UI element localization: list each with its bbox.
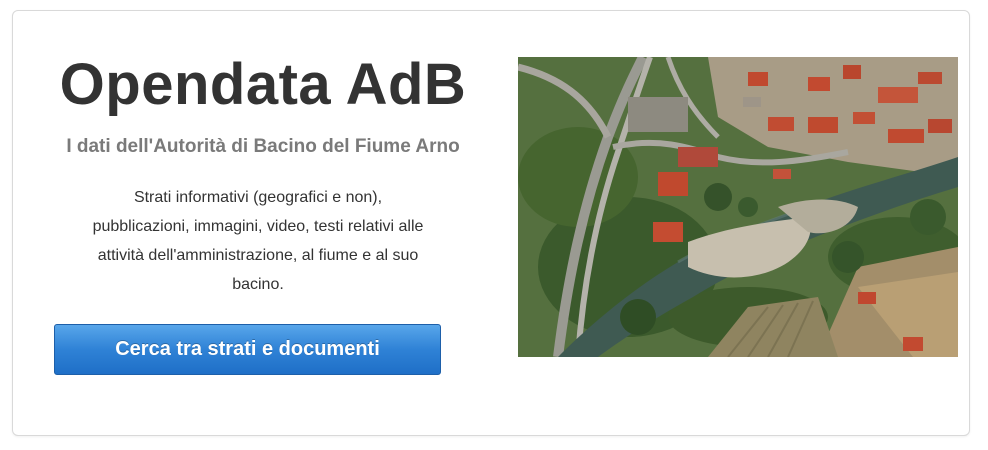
aerial-river-photo — [518, 57, 958, 357]
description-line: pubblicazioni, immagini, video, testi re… — [92, 218, 424, 235]
description-line: Strati informativi (geografici e non), — [133, 189, 383, 206]
page-title: Opendata AdB — [59, 52, 467, 117]
aerial-photo-graphic — [518, 57, 958, 357]
page-subtitle: I dati dell'Autorità di Bacino del Fiume… — [66, 136, 460, 157]
hero-description: Strati informativi (geografici e non), p… — [53, 183, 463, 299]
hero-card: Opendata AdB I dati dell'Autorità di Bac… — [12, 10, 970, 436]
description-line: attività dell'amministrazione, al fiume … — [97, 247, 419, 264]
description-line: bacino. — [232, 276, 284, 293]
search-layers-documents-button[interactable]: Cerca tra strati e documenti — [54, 324, 441, 375]
hero-text-panel: Opendata AdB I dati dell'Autorità di Bac… — [13, 11, 503, 435]
